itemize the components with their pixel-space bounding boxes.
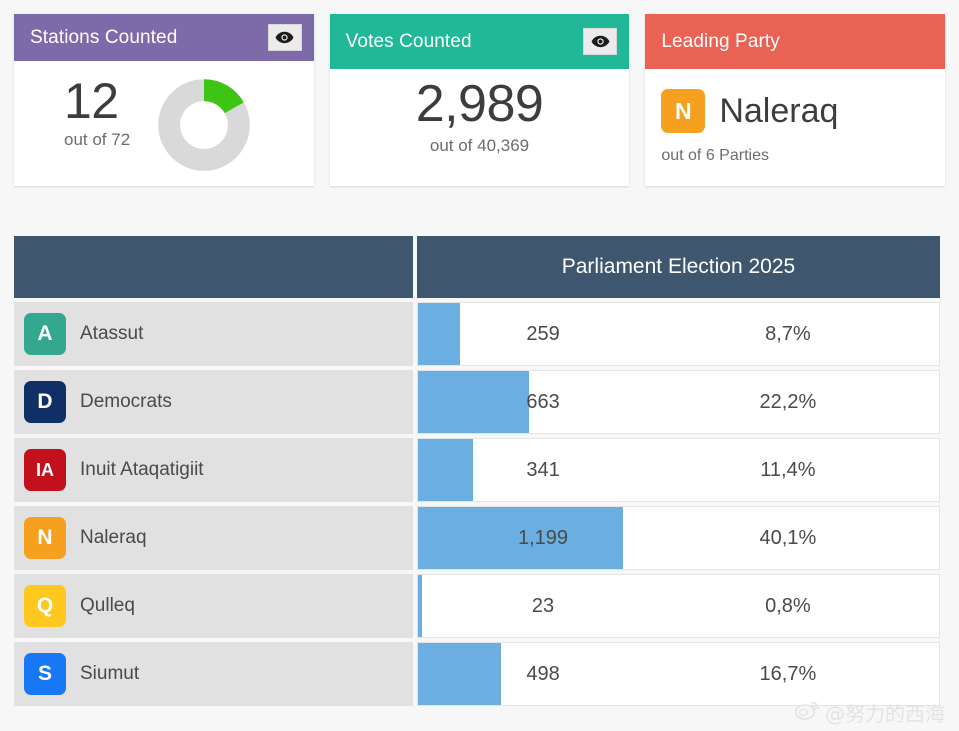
weibo-logo-icon	[794, 700, 820, 725]
card-votes-counted: Votes Counted 2,989 out of 40,369	[329, 14, 630, 186]
table-row[interactable]: N Naleraq 1,199 40,1%	[14, 506, 940, 570]
card-leading-title: Leading Party	[661, 31, 780, 52]
party-badge: S	[24, 653, 66, 695]
vote-percent-label: 11,4%	[760, 458, 816, 481]
card-leading-body: N Naleraq out of 6 Parties	[645, 69, 945, 186]
vote-count-label: 1,199	[518, 526, 569, 549]
party-cell: IA Inuit Ataqatigiit	[14, 438, 413, 502]
eye-icon[interactable]	[267, 24, 302, 51]
election-dashboard: Stations Counted 12 out of 72 Votes Coun…	[0, 0, 959, 731]
table-row[interactable]: A Atassut 259 8,7%	[14, 302, 940, 366]
party-result-cell: 341 11,4%	[417, 438, 940, 502]
card-stations-header: Stations Counted	[14, 14, 314, 61]
stations-counted-value: 12	[64, 73, 119, 129]
table-header-row: Parliament Election 2025	[14, 236, 940, 298]
results-table: Parliament Election 2025 A Atassut 259 8,7%…	[14, 236, 940, 710]
party-cell: S Siumut	[14, 642, 413, 706]
vote-count-label: 498	[526, 662, 560, 685]
card-leading-party: Leading Party N Naleraq out of 6 Parties	[645, 14, 946, 186]
vote-percent-label: 40,1%	[759, 526, 817, 549]
party-cell: N Naleraq	[14, 506, 413, 570]
vote-count-label: 663	[526, 390, 560, 413]
party-name-label: Democrats	[80, 391, 172, 412]
eye-icon[interactable]	[583, 28, 618, 55]
card-votes-header: Votes Counted	[329, 14, 630, 69]
table-row[interactable]: S Siumut 498 16,7%	[14, 642, 940, 706]
party-cell: D Democrats	[14, 370, 413, 434]
vote-percent-label: 8,7%	[765, 322, 811, 345]
votes-counted-sub: out of 40,369	[429, 136, 530, 156]
card-stations-counted: Stations Counted 12 out of 72	[14, 14, 314, 186]
table-row[interactable]: D Democrats 663 22,2%	[14, 370, 940, 434]
party-badge: Q	[24, 585, 66, 627]
party-result-cell: 1,199 40,1%	[417, 506, 940, 570]
table-header-party-column	[14, 236, 413, 298]
table-row[interactable]: Q Qulleq 23 0,8%	[14, 574, 940, 638]
stations-donut-chart	[158, 79, 250, 176]
watermark: @努力的西海	[794, 698, 945, 727]
table-header-election-title: Parliament Election 2025	[417, 236, 940, 298]
card-leading-header: Leading Party	[645, 14, 946, 69]
party-name-label: Atassut	[80, 323, 144, 344]
party-badge: N	[24, 517, 66, 559]
party-name-label: Inuit Ataqatigiit	[80, 459, 204, 480]
leading-party-badge: N	[661, 89, 706, 133]
party-result-cell: 23 0,8%	[417, 574, 940, 638]
summary-cards: Stations Counted 12 out of 72 Votes Coun…	[14, 14, 946, 186]
party-result-cell: 498 16,7%	[417, 642, 940, 706]
table-body: A Atassut 259 8,7% D Democrats 663 22,2% IA Inuit…	[14, 302, 940, 706]
vote-count-label: 259	[526, 322, 560, 345]
card-stations-title: Stations Counted	[30, 27, 178, 48]
party-result-cell: 259 8,7%	[417, 302, 940, 366]
party-badge: A	[24, 313, 66, 355]
votes-counted-value: 2,989	[415, 75, 544, 133]
card-votes-body: 2,989 out of 40,369	[330, 69, 630, 186]
party-name-label: Siumut	[80, 663, 140, 684]
vote-percent-label: 22,2%	[759, 390, 817, 413]
party-badge: D	[24, 381, 66, 423]
table-row[interactable]: IA Inuit Ataqatigiit 341 11,4%	[14, 438, 940, 502]
vote-percent-label: 0,8%	[765, 594, 811, 617]
party-cell: Q Qulleq	[14, 574, 413, 638]
vote-percent-label: 16,7%	[759, 662, 817, 685]
watermark-handle: @努力的西海	[825, 702, 945, 726]
party-name-label: Naleraq	[80, 527, 147, 548]
vote-count-label: 341	[526, 458, 560, 481]
party-cell: A Atassut	[14, 302, 413, 366]
leading-party-name: Naleraq	[719, 92, 839, 130]
party-name-label: Qulleq	[80, 595, 135, 616]
leading-party-sub: out of 6 Parties	[661, 147, 769, 164]
vote-count-label: 23	[531, 594, 555, 617]
card-votes-title: Votes Counted	[345, 31, 472, 52]
card-stations-body: 12 out of 72	[14, 61, 314, 186]
party-result-cell: 663 22,2%	[417, 370, 940, 434]
stations-counted-sub: out of 72	[64, 130, 131, 149]
party-badge: IA	[24, 449, 66, 491]
